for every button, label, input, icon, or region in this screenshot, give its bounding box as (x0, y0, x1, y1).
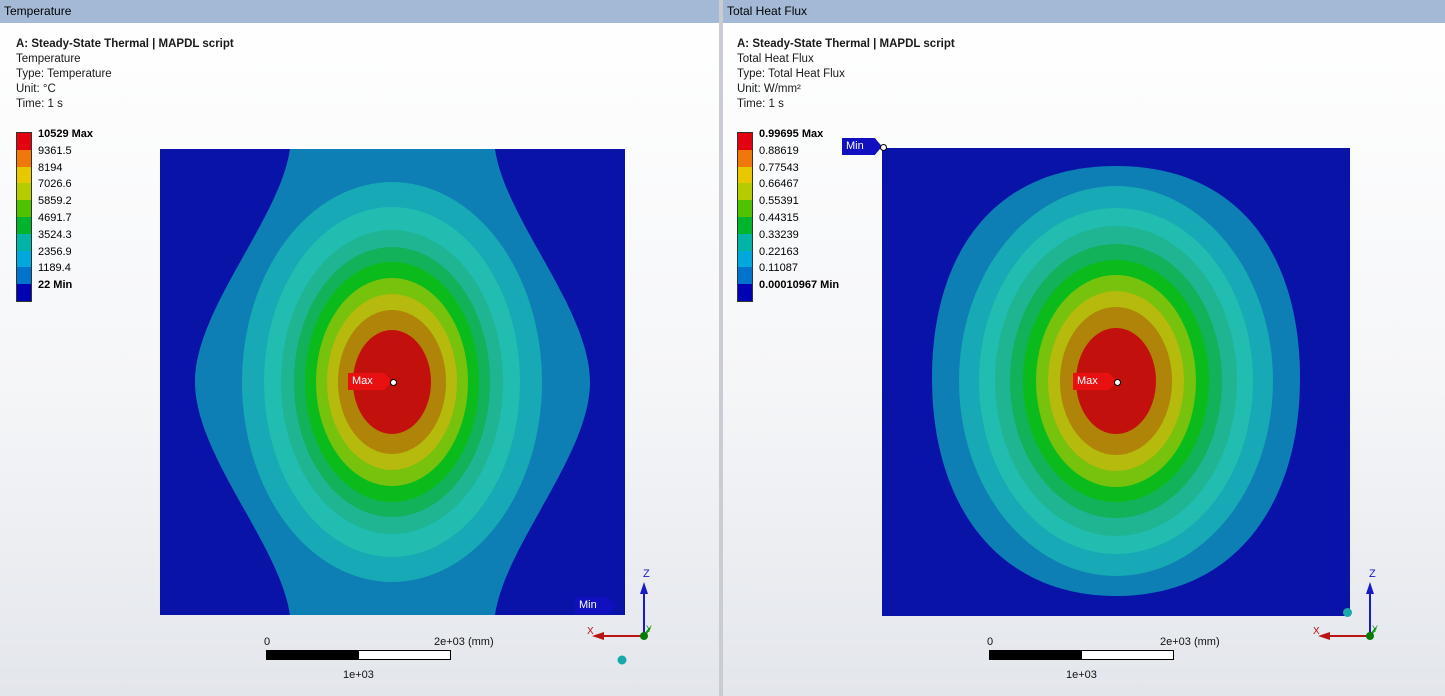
legend-label: 9361.5 (38, 144, 72, 157)
rotation-center-marker (1343, 608, 1352, 617)
legend-min-label: 22 Min (38, 279, 73, 292)
viewport-title: Total Heat Flux (723, 0, 1445, 23)
legend-swatch (738, 250, 752, 268)
legend-label: 3524.3 (38, 228, 72, 241)
scale-end-label: 2e+03 (mm) (1160, 636, 1220, 648)
analysis-header: A: Steady-State Thermal | MAPDL script (16, 38, 234, 50)
x-axis-label: X (587, 626, 594, 637)
result-time: Time: 1 s (737, 98, 784, 110)
result-unit: Unit: °C (16, 83, 56, 95)
result-name: Total Heat Flux (737, 53, 814, 65)
legend-swatch (738, 166, 752, 184)
legend-label: 0.77543 (759, 161, 799, 174)
temperature-viewport[interactable]: Temperature A: Steady-State Thermal | MA… (0, 0, 719, 696)
legend-label: 8194 (38, 161, 63, 174)
legend-min-label: 0.00010967 Min (759, 279, 840, 292)
legend-max-label: 10529 Max (38, 128, 94, 140)
analysis-header: A: Steady-State Thermal | MAPDL script (737, 38, 955, 50)
legend-swatch (17, 166, 31, 184)
legend-label: 2356.9 (38, 245, 72, 258)
viewport-title: Temperature (0, 0, 719, 23)
axis-triad[interactable]: Z X Y (580, 568, 660, 673)
min-probe[interactable]: Min (842, 138, 882, 155)
axis-triad-icon (1278, 582, 1377, 640)
legend-swatch (17, 149, 31, 167)
legend-max-label: 0.99695 Max (759, 128, 824, 140)
legend-label: 0.88619 (759, 144, 799, 157)
legend-label: 0.22163 (759, 245, 799, 258)
y-axis-label: Y (646, 624, 653, 634)
scale-end-label: 2e+03 (mm) (434, 636, 494, 648)
legend-swatch (17, 233, 31, 251)
result-info: A: Steady-State Thermal | MAPDL script T… (16, 37, 234, 112)
legend-swatch (738, 133, 752, 150)
result-type: Type: Total Heat Flux (737, 68, 845, 80)
legend-swatch (17, 183, 31, 201)
legend-label: 1189.4 (38, 262, 71, 275)
legend-label: 4691.7 (38, 212, 72, 224)
z-axis-label: Z (643, 568, 650, 580)
result-name: Temperature (16, 53, 81, 65)
axis-triad-icon (592, 582, 651, 665)
legend-swatch (17, 200, 31, 217)
scale-mid-label: 1e+03 (343, 669, 374, 681)
result-unit: Unit: W/mm² (737, 83, 801, 95)
result-type: Type: Temperature (16, 68, 112, 80)
max-probe-point (390, 379, 397, 386)
legend-swatch (738, 183, 752, 201)
scale-start-label: 0 (987, 636, 994, 648)
z-axis-label: Z (1369, 568, 1376, 580)
legend-label: 0.66467 (759, 178, 799, 191)
legend-swatch (17, 250, 31, 268)
result-info: A: Steady-State Thermal | MAPDL script T… (737, 37, 955, 112)
scale-bar-graphic (266, 650, 451, 660)
legend-swatch (738, 216, 752, 234)
legend-swatch (17, 133, 31, 150)
legend-label: 0.33239 (759, 228, 799, 241)
legend-swatch (17, 216, 31, 234)
result-time: Time: 1 s (16, 98, 63, 110)
legend-label: 5859.2 (38, 195, 72, 208)
legend-label: 0.55391 (759, 195, 799, 208)
min-probe-point (880, 144, 887, 151)
legend-label: 7026.6 (38, 178, 72, 191)
legend-swatch (17, 284, 31, 301)
x-axis-label: X (1313, 626, 1320, 637)
y-axis-label: Y (1372, 624, 1379, 634)
scale-mid-label: 1e+03 (1066, 669, 1097, 681)
legend-swatch (738, 149, 752, 167)
max-probe[interactable]: Max (348, 373, 392, 390)
scale-bar-graphic (989, 650, 1174, 660)
heat-flux-viewport[interactable]: Total Heat Flux A: Steady-State Thermal … (723, 0, 1445, 696)
legend-label: 0.11087 (759, 262, 798, 275)
legend-swatch (738, 200, 752, 217)
legend-label: 0.44315 (759, 212, 799, 224)
max-probe[interactable]: Max (1073, 373, 1117, 390)
legend-color-bar (737, 132, 753, 302)
legend-swatch (17, 267, 31, 285)
axis-triad[interactable]: Z X Y (1278, 568, 1386, 673)
legend-swatch (738, 233, 752, 251)
legend-swatch (738, 267, 752, 285)
legend-color-bar (16, 132, 32, 302)
scale-start-label: 0 (264, 636, 271, 648)
legend-swatch (738, 284, 752, 301)
max-probe-point (1114, 379, 1121, 386)
